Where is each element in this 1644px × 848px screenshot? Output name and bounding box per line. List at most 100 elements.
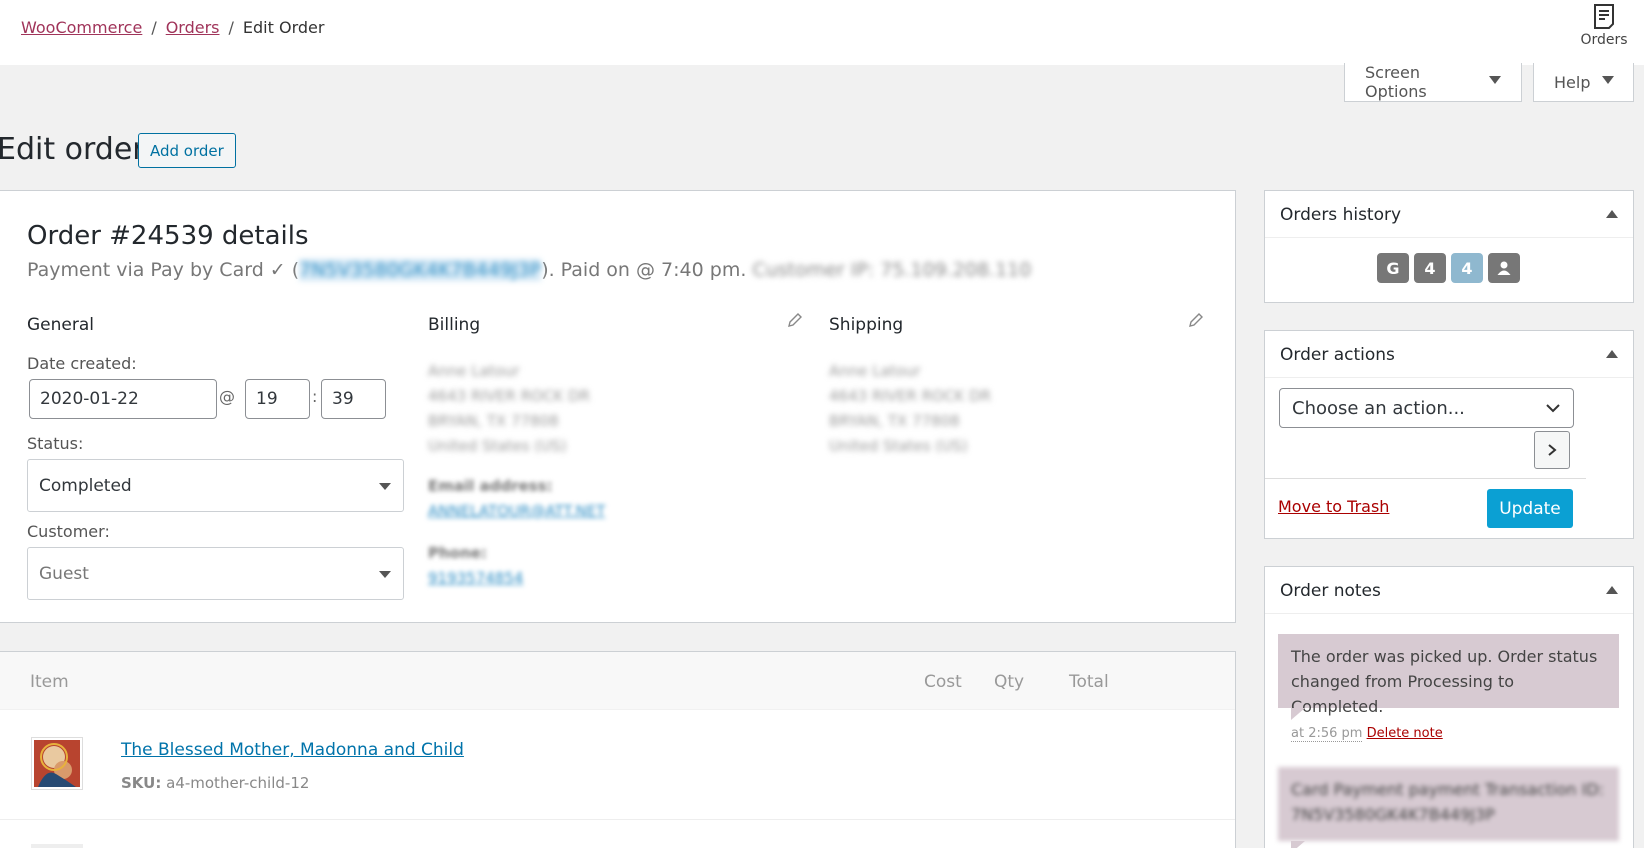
order-action-value: Choose an action...: [1292, 397, 1465, 419]
product-image: [34, 740, 80, 787]
customer-label: Customer:: [27, 522, 110, 541]
address-line: 4643 RIVER ROCK DR: [829, 387, 991, 405]
edit-billing-pencil-icon[interactable]: [786, 311, 804, 329]
order-action-select[interactable]: Choose an action...: [1279, 388, 1574, 428]
apply-action-button[interactable]: [1534, 431, 1570, 469]
breadcrumb-orders-link[interactable]: Orders: [166, 18, 220, 37]
order-note: Card Payment payment Transaction ID: 7N5…: [1278, 767, 1619, 841]
move-to-trash-link[interactable]: Move to Trash: [1278, 497, 1389, 516]
note-tail: [1291, 708, 1305, 720]
shipping-heading: Shipping: [829, 315, 904, 335]
payment-info: Payment via Pay by Card ✓ (7N5V3580GK4K7…: [27, 259, 1031, 281]
hour-input[interactable]: 19: [245, 379, 310, 419]
order-notes-heading: Order notes: [1280, 581, 1381, 601]
help-button[interactable]: Help: [1533, 63, 1634, 102]
screen-options-label: Screen Options: [1365, 63, 1427, 101]
history-badge-orders[interactable]: 4: [1414, 253, 1446, 283]
history-badge-completed[interactable]: 4: [1451, 253, 1483, 283]
delete-note-link[interactable]: Delete note: [1367, 726, 1443, 741]
note-tail: [1291, 841, 1305, 848]
row-divider: [0, 819, 1235, 820]
address-line: 4643 RIVER ROCK DR: [428, 387, 590, 405]
history-badge-customer[interactable]: [1488, 253, 1520, 283]
address-line: United States (US): [829, 437, 968, 455]
at-symbol: @: [219, 387, 235, 406]
items-table-header: Item Cost Qty Total: [0, 652, 1235, 710]
orders-activity-button[interactable]: Orders: [1580, 4, 1628, 48]
collapse-toggle-icon[interactable]: [1606, 210, 1618, 218]
user-icon: [1497, 261, 1511, 275]
breadcrumb-separator: /: [228, 18, 234, 37]
actions-divider: [1265, 478, 1586, 479]
billing-address: Anne Latour 4643 RIVER ROCK DR BRYAN, TX…: [428, 359, 590, 459]
order-data-panel: Order #24539 details Payment via Pay by …: [0, 190, 1236, 623]
address-line: United States (US): [428, 437, 567, 455]
breadcrumb-current: Edit Order: [242, 18, 325, 37]
orders-history-heading: Orders history: [1280, 205, 1402, 225]
payment-prefix: Payment via Pay by Card ✓ (: [27, 259, 300, 281]
billing-heading: Billing: [428, 315, 481, 335]
customer-ip: Customer IP: 75.109.208.110: [752, 259, 1032, 281]
order-actions-box: Order actions Choose an action... Move t…: [1264, 330, 1634, 539]
orders-history-title[interactable]: Orders history: [1265, 191, 1633, 238]
top-bar: WooCommerce / Orders / Edit Order Orders: [0, 0, 1644, 65]
minute-input[interactable]: 39: [321, 379, 386, 419]
dropdown-arrow-icon: [379, 482, 391, 490]
caret-down-icon: [1602, 76, 1615, 84]
sku-value: a4-mother-child-12: [166, 774, 310, 792]
product-sku: SKU: a4-mother-child-12: [121, 774, 309, 792]
email-label: Email address:: [428, 477, 553, 495]
collapse-toggle-icon[interactable]: [1606, 586, 1618, 594]
general-heading: General: [27, 315, 94, 335]
history-badges: G 4 4: [1377, 253, 1520, 283]
edit-shipping-pencil-icon[interactable]: [1187, 311, 1205, 329]
order-actions-title[interactable]: Order actions: [1265, 331, 1633, 378]
status-select[interactable]: Completed: [27, 459, 404, 512]
note-meta: at 2:56 pm Delete note: [1291, 726, 1443, 742]
column-total: Total: [1069, 672, 1109, 692]
address-line: BRYAN, TX 77808: [428, 412, 559, 430]
column-qty: Qty: [994, 672, 1025, 692]
breadcrumb-separator: /: [151, 18, 157, 37]
address-line: Anne Latour: [829, 362, 921, 380]
update-button[interactable]: Update: [1487, 489, 1573, 528]
add-order-button[interactable]: Add order: [138, 133, 236, 168]
note-time: at 2:56 pm: [1291, 726, 1363, 742]
dropdown-arrow-icon: [379, 570, 391, 578]
order-items-panel: Item Cost Qty Total The Blessed Mother, …: [0, 651, 1236, 848]
breadcrumb-woocommerce-link[interactable]: WooCommerce: [21, 18, 142, 37]
history-badge-guest[interactable]: G: [1377, 253, 1409, 283]
shipping-address: Anne Latour 4643 RIVER ROCK DR BRYAN, TX…: [829, 359, 991, 459]
email-link[interactable]: ANNELATOUR@ATT.NET: [428, 502, 605, 520]
product-thumbnail: [31, 737, 83, 790]
breadcrumb: WooCommerce / Orders / Edit Order: [21, 18, 324, 37]
collapse-toggle-icon[interactable]: [1606, 350, 1618, 358]
column-item: Item: [30, 672, 69, 692]
payment-suffix: ). Paid on @ 7:40 pm.: [541, 259, 747, 281]
transaction-id-link[interactable]: 7N5V3580GK4K7B449J3P: [299, 259, 542, 281]
screen-options-button[interactable]: Screen Options: [1344, 63, 1522, 102]
help-label: Help: [1554, 72, 1591, 92]
caret-down-icon: [1489, 76, 1501, 84]
orders-icon: [1594, 4, 1614, 29]
product-thumbnail: [31, 844, 83, 848]
status-value: Completed: [39, 475, 132, 496]
page-title: Edit order: [0, 132, 145, 167]
column-cost: Cost: [924, 672, 962, 692]
chevron-down-icon: [1546, 404, 1560, 413]
phone-label: Phone:: [428, 544, 487, 562]
customer-select[interactable]: Guest: [27, 547, 404, 600]
order-actions-heading: Order actions: [1280, 345, 1395, 365]
order-notes-title[interactable]: Order notes: [1265, 567, 1633, 614]
order-notes-box: Order notes The order was picked up. Ord…: [1264, 566, 1634, 848]
order-note: The order was picked up. Order status ch…: [1278, 634, 1619, 716]
time-colon: :: [312, 387, 318, 406]
orders-label: Orders: [1580, 32, 1628, 48]
status-label: Status:: [27, 434, 84, 453]
order-title: Order #24539 details: [27, 221, 309, 251]
product-name-link[interactable]: The Blessed Mother, Madonna and Child: [121, 740, 464, 760]
address-line: BRYAN, TX 77808: [829, 412, 960, 430]
phone-link[interactable]: 9193574854: [428, 569, 523, 587]
orders-history-box: Orders history G 4 4: [1264, 190, 1634, 303]
date-created-input[interactable]: 2020-01-22: [29, 379, 217, 419]
